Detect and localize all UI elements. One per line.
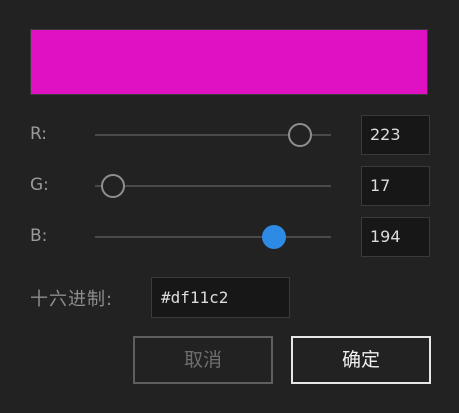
blue-value-input[interactable]: 194: [361, 217, 430, 257]
ok-button[interactable]: 确定: [291, 336, 431, 384]
blue-slider-thumb[interactable]: [261, 225, 286, 249]
green-label: G:: [30, 175, 49, 195]
green-slider-track[interactable]: [95, 185, 331, 187]
green-channel-row: G: 17: [0, 166, 459, 206]
red-value-input[interactable]: 223: [361, 115, 430, 155]
blue-channel-row: B: 194: [0, 217, 459, 257]
blue-slider-track[interactable]: [95, 236, 331, 238]
red-slider-thumb[interactable]: [287, 123, 312, 147]
color-picker-dialog: R: 223 G: 17 B: 194 十六进制: #df11c2 取消 确定: [0, 0, 459, 413]
hex-label: 十六进制:: [30, 289, 114, 310]
hex-input[interactable]: #df11c2: [151, 277, 290, 318]
red-channel-row: R: 223: [0, 115, 459, 155]
blue-label: B:: [30, 226, 48, 246]
green-slider-thumb[interactable]: [100, 174, 125, 198]
green-value-input[interactable]: 17: [361, 166, 430, 206]
color-preview-swatch: [30, 29, 428, 95]
cancel-button[interactable]: 取消: [133, 336, 273, 384]
red-label: R:: [30, 124, 48, 144]
